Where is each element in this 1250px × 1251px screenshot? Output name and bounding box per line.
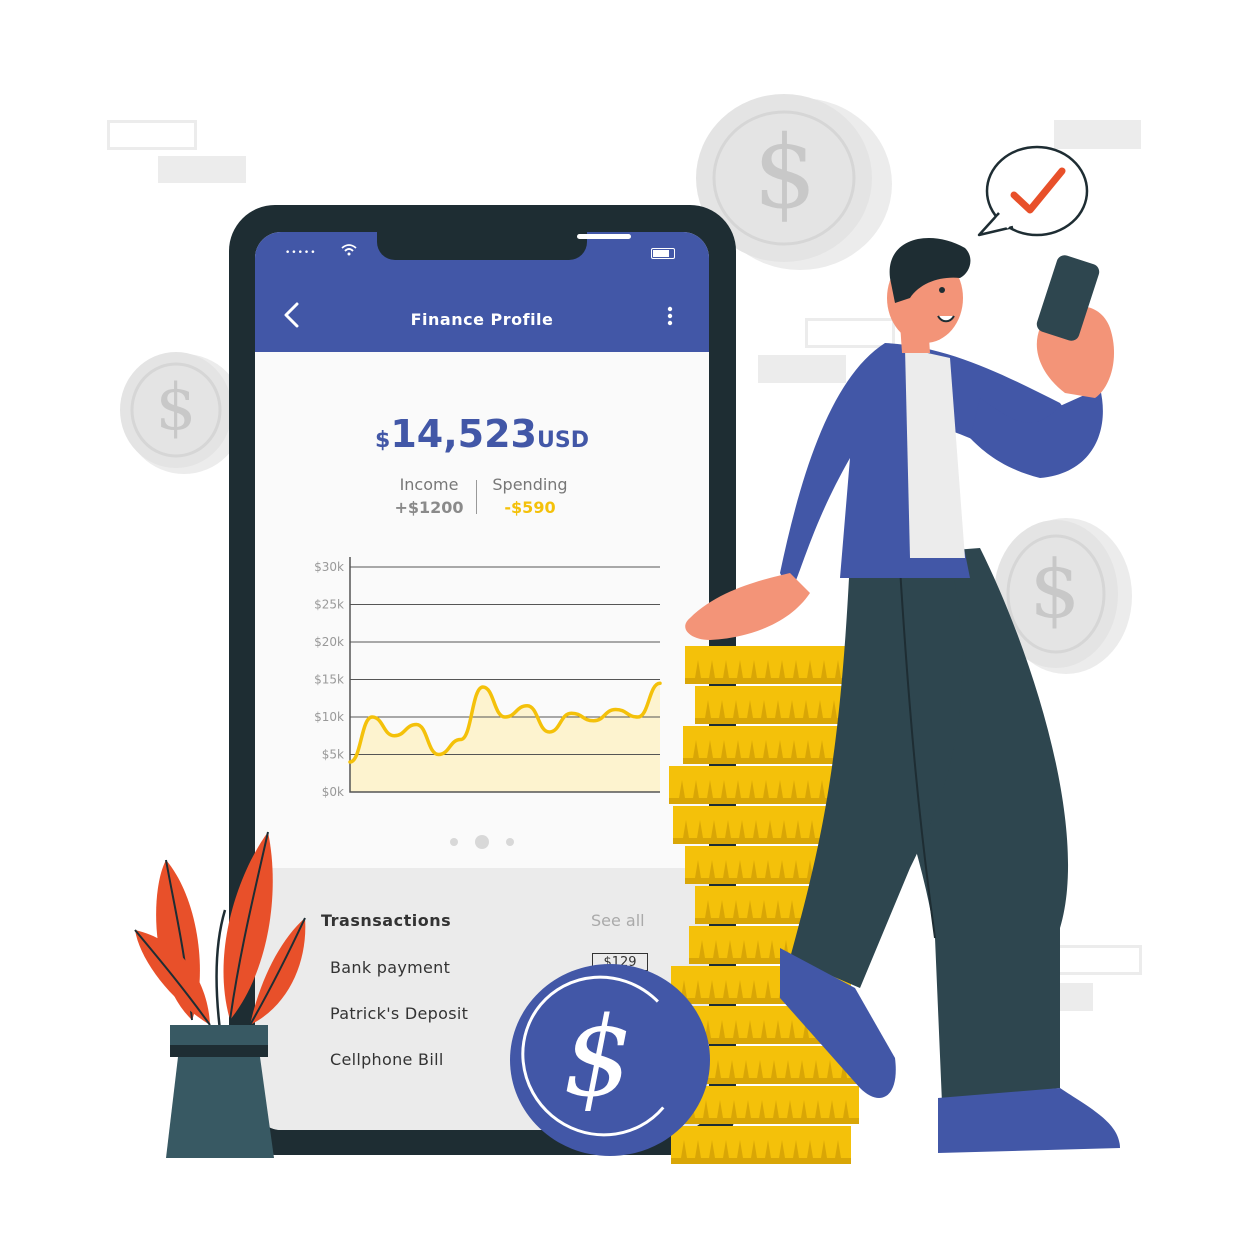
chart-tick-label: $0k (322, 785, 344, 799)
income-label: Income (399, 475, 459, 494)
phone-notch (377, 232, 631, 260)
dollar-coin-symbol: $ (563, 993, 633, 1121)
balance-amount: 14,523 (390, 412, 537, 456)
transaction-name[interactable]: Cellphone Bill (330, 1050, 444, 1069)
background-coin-symbol: $ (753, 114, 817, 231)
wifi-icon (341, 244, 357, 256)
chart-tick-label: $25k (314, 598, 344, 612)
phone-speaker (577, 234, 631, 239)
balance-display: $14,523USD (255, 412, 709, 456)
transaction-name[interactable]: Bank payment (330, 958, 450, 977)
transaction-name[interactable]: Patrick's Deposit (330, 1004, 468, 1023)
income-value: +$1200 (394, 498, 464, 517)
chart-tick-label: $20k (314, 635, 344, 649)
pager-dot[interactable] (506, 838, 514, 846)
chart-tick-label: $15k (314, 673, 344, 687)
see-all-link[interactable]: See all (591, 911, 645, 930)
potted-plant (134, 831, 306, 1158)
background-coin-symbol: $ (155, 371, 197, 445)
pager-dot[interactable] (475, 835, 489, 849)
chart-tick-label: $5k (322, 748, 344, 762)
balance-unit: USD (536, 428, 589, 453)
transactions-title: Trasnsactions (321, 911, 452, 930)
person-illustration (685, 238, 1120, 1153)
pager-dots (255, 832, 709, 852)
balance-chart: $30k $25k $20k $15k $10k $5k $0k (314, 557, 662, 799)
signal-icon: ••••• (285, 248, 317, 258)
chart-tick-label: $30k (314, 560, 344, 574)
decor-rect (107, 120, 197, 150)
balance-currency: $ (375, 428, 391, 453)
decor-rect (158, 156, 246, 183)
spending-label: Spending (492, 475, 568, 494)
battery-icon (651, 248, 675, 259)
page-title: Finance Profile (410, 310, 554, 329)
chart-tick-label: $10k (314, 710, 344, 724)
pager-dot[interactable] (450, 838, 458, 846)
summary-divider (476, 480, 477, 514)
check-icon (1010, 167, 1066, 214)
more-vertical-icon[interactable] (667, 306, 673, 326)
spending-value: -$590 (504, 498, 556, 517)
chart-area (350, 683, 660, 792)
